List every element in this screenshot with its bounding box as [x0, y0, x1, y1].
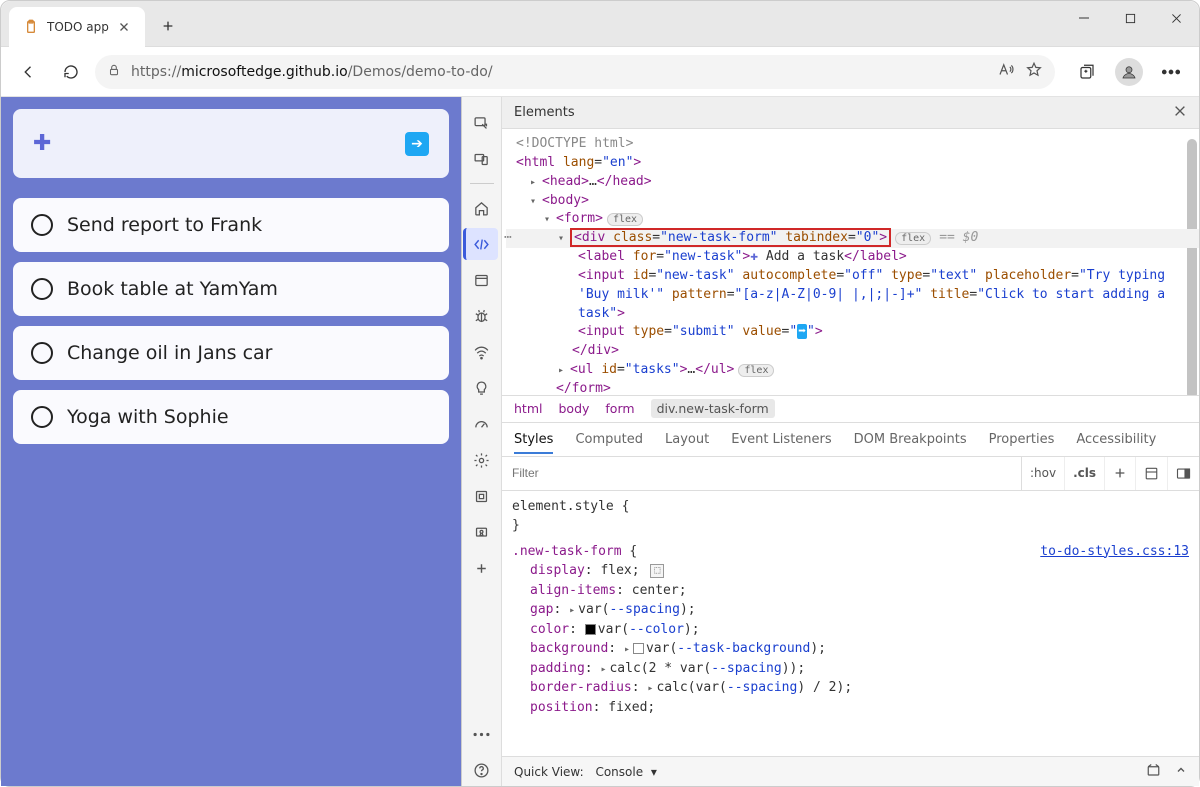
styles-tabstrip: Styles Computed Layout Event Listeners D…	[502, 423, 1199, 457]
new-task-form[interactable]: ✚ ➔	[13, 109, 449, 178]
chevron-down-icon[interactable]: ▾	[647, 765, 657, 779]
application-icon[interactable]	[466, 264, 498, 296]
more-icon[interactable]	[466, 718, 498, 750]
tab-properties[interactable]: Properties	[989, 425, 1055, 454]
add-panel-icon[interactable]	[466, 552, 498, 584]
sources-bug-icon[interactable]	[466, 300, 498, 332]
elements-tree[interactable]: <!DOCTYPE html> <html lang="en"> <head>……	[502, 129, 1199, 395]
favorite-icon[interactable]	[1025, 61, 1043, 83]
browser-tab[interactable]: TODO app	[9, 7, 145, 47]
menu-button[interactable]	[1153, 54, 1189, 90]
chevron-up-icon[interactable]	[1175, 764, 1187, 779]
devtools-activity-bar	[462, 97, 502, 786]
submit-arrow-icon[interactable]: ➔	[405, 132, 429, 156]
security-icon[interactable]	[466, 516, 498, 548]
task-label: Send report to Frank	[67, 214, 262, 236]
tab-computed[interactable]: Computed	[575, 425, 643, 454]
radio-icon[interactable]	[31, 342, 53, 364]
styles-pane[interactable]: element.style { } to-do-styles.css:13.ne…	[502, 491, 1199, 757]
memory-icon[interactable]	[466, 480, 498, 512]
radio-icon[interactable]	[31, 406, 53, 428]
lock-icon	[107, 63, 121, 81]
issues-icon[interactable]	[1146, 763, 1161, 781]
selected-element-line[interactable]: ⋯ <div class="new-task-form" tabindex="0…	[506, 229, 1199, 248]
home-icon[interactable]	[466, 192, 498, 224]
styles-filter-input[interactable]	[502, 457, 1022, 490]
lightbulb-icon[interactable]	[466, 372, 498, 404]
url-text: https://microsoftedge.github.io/Demos/de…	[131, 64, 987, 80]
plus-icon: ✚	[33, 131, 51, 156]
devtools-pane: Elements <!DOCTYPE html> <html lang="en"…	[461, 97, 1199, 786]
close-window-button[interactable]	[1153, 1, 1199, 35]
refresh-button[interactable]	[53, 54, 89, 90]
browser-toolbar: https://microsoftedge.github.io/Demos/de…	[1, 47, 1199, 97]
window-controls	[1061, 1, 1199, 35]
address-bar[interactable]: https://microsoftedge.github.io/Demos/de…	[95, 55, 1055, 89]
crumb-body[interactable]: body	[558, 401, 589, 416]
task-label: Yoga with Sophie	[67, 406, 229, 428]
device-icon[interactable]	[466, 143, 498, 175]
hov-button[interactable]: :hov	[1022, 457, 1065, 490]
tab-title: TODO app	[47, 20, 109, 34]
new-rule-icon[interactable]	[1105, 457, 1136, 490]
breadcrumb[interactable]: html body form div.new-task-form	[502, 395, 1199, 423]
task-label: Change oil in Jans car	[67, 342, 273, 364]
todo-app-pane: ✚ ➔ Send report to Frank Book table at Y…	[1, 97, 461, 786]
task-item[interactable]: Change oil in Jans car	[13, 326, 449, 380]
inspect-icon[interactable]	[466, 107, 498, 139]
styles-filter-row: :hov .cls	[502, 457, 1199, 491]
cls-button[interactable]: .cls	[1065, 457, 1105, 490]
clipboard-icon	[23, 19, 39, 35]
source-link[interactable]: to-do-styles.css:13	[1040, 542, 1189, 562]
tab-styles[interactable]: Styles	[514, 425, 553, 454]
maximize-button[interactable]	[1107, 1, 1153, 35]
tab-dom-breakpoints[interactable]: DOM Breakpoints	[854, 425, 967, 454]
tab-event-listeners[interactable]: Event Listeners	[731, 425, 831, 454]
help-icon[interactable]	[466, 754, 498, 786]
tab-layout[interactable]: Layout	[665, 425, 709, 454]
scrollbar[interactable]	[1187, 139, 1197, 395]
quickview-label: Quick View:	[514, 765, 584, 779]
task-label: Book table at YamYam	[67, 278, 278, 300]
profile-button[interactable]	[1111, 54, 1147, 90]
close-devtools-icon[interactable]	[1173, 104, 1187, 122]
settings-gear-icon[interactable]	[466, 444, 498, 476]
new-tab-button[interactable]	[153, 11, 183, 41]
elements-panel-icon[interactable]	[463, 228, 498, 260]
minimize-button[interactable]	[1061, 1, 1107, 35]
radio-icon[interactable]	[31, 214, 53, 236]
tab-accessibility[interactable]: Accessibility	[1076, 425, 1156, 454]
collections-icon[interactable]	[1069, 54, 1105, 90]
network-icon[interactable]	[466, 336, 498, 368]
quickview-value[interactable]: Console	[595, 765, 643, 779]
read-aloud-icon[interactable]	[997, 61, 1015, 83]
crumb-form[interactable]: form	[605, 401, 634, 416]
panel-layout-icon[interactable]	[1168, 457, 1199, 490]
quick-view-bar: Quick View: Console ▾	[502, 756, 1199, 786]
crumb-html[interactable]: html	[514, 401, 542, 416]
radio-icon[interactable]	[31, 278, 53, 300]
task-item[interactable]: Send report to Frank	[13, 198, 449, 252]
back-button[interactable]	[11, 54, 47, 90]
computed-toggle-icon[interactable]	[1136, 457, 1168, 490]
panel-title: Elements	[514, 105, 575, 120]
devtools-header: Elements	[502, 97, 1199, 129]
task-item[interactable]: Yoga with Sophie	[13, 390, 449, 444]
window-titlebar: TODO app	[1, 1, 1199, 47]
performance-icon[interactable]	[466, 408, 498, 440]
task-item[interactable]: Book table at YamYam	[13, 262, 449, 316]
crumb-selected[interactable]: div.new-task-form	[651, 399, 775, 418]
close-tab-icon[interactable]	[117, 20, 131, 34]
